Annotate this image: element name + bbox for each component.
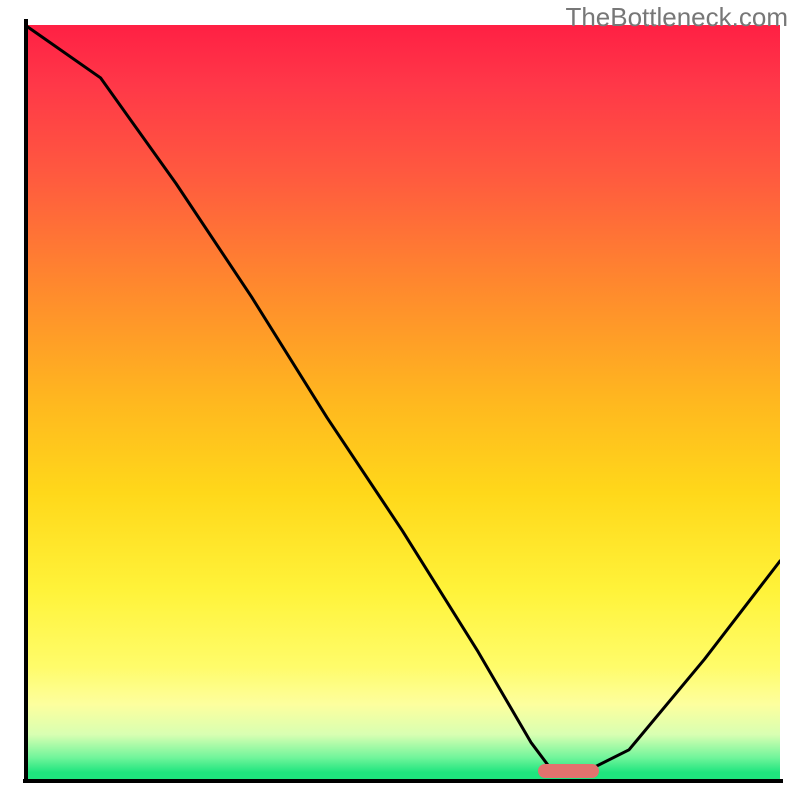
chart-container: TheBottleneck.com (0, 0, 800, 800)
bottleneck-curve (25, 25, 780, 780)
optimal-range-marker (538, 764, 598, 778)
plot-area (25, 25, 780, 780)
watermark-text: TheBottleneck.com (565, 2, 788, 33)
